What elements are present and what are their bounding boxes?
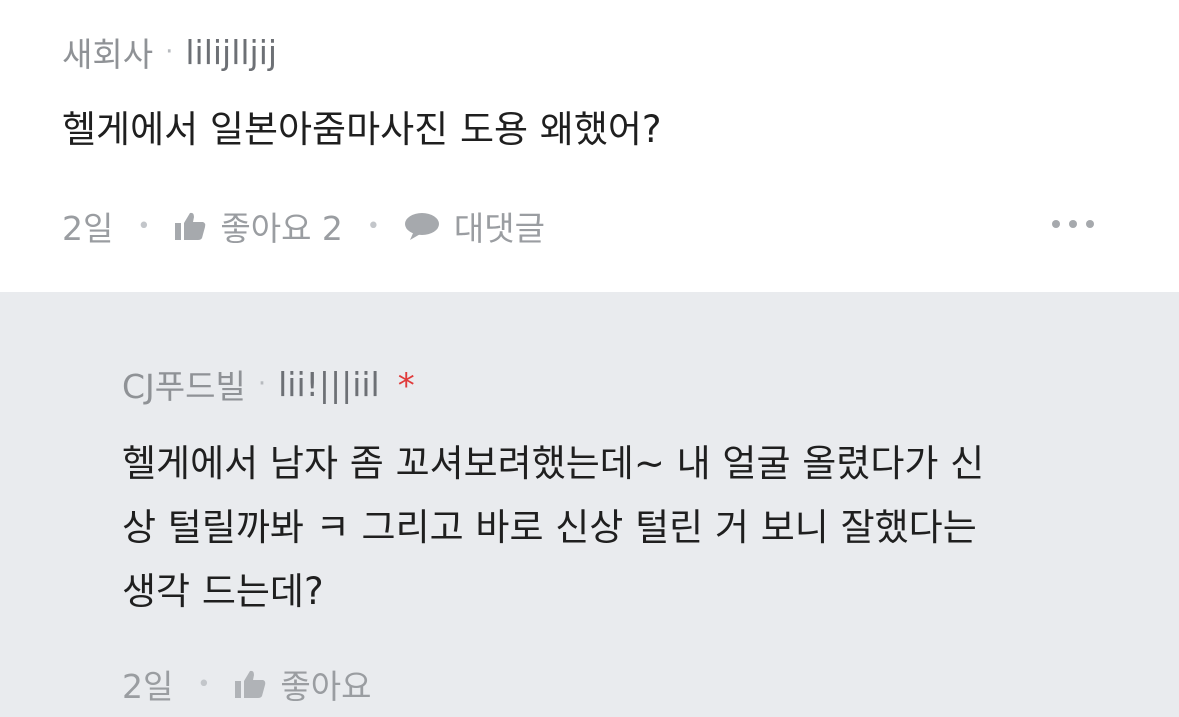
reply-author: CJ푸드빌 · lii!|||iil * xyxy=(122,360,415,408)
reply: CJ푸드빌 · lii!|||iil * 헬게에서 남자 좀 꼬셔보려했는데~ … xyxy=(0,292,1179,717)
reply-like-button[interactable]: 좋아요 xyxy=(234,660,371,708)
comment: 새회사 · lilijlljij 헬게에서 일본아줌마사진 도용 왜했어? 2일… xyxy=(0,0,1179,292)
comment-actions: 2일 • 좋아요 2 • 대댓글 xyxy=(62,202,545,250)
comment-handle: lilijlljij xyxy=(185,32,278,72)
author-badge: * xyxy=(397,366,415,406)
reply-text-line: 생각 드는데? xyxy=(122,570,324,613)
comment-author: 새회사 · lilijlljij xyxy=(62,28,277,76)
more-dots-icon xyxy=(1069,220,1077,228)
action-separator: • xyxy=(197,671,211,697)
more-options-button[interactable] xyxy=(1052,220,1094,228)
reply-company: CJ푸드빌 xyxy=(122,367,246,406)
speech-bubble-icon xyxy=(404,213,439,240)
reply-text-line: 헬게에서 남자 좀 꼬셔보려했는데~ 내 얼굴 올렸다가 신 xyxy=(122,442,985,485)
reply-text-line: 상 털릴까봐 ㅋ 그리고 바로 신상 털린 거 보니 잘했다는 xyxy=(122,506,977,549)
reply-label: 대댓글 xyxy=(453,209,545,248)
like-label: 좋아요 2 xyxy=(220,209,343,248)
comment-company: 새회사 xyxy=(62,35,154,74)
more-dots-icon xyxy=(1086,220,1094,228)
thumbs-up-icon xyxy=(175,212,206,240)
reply-text: 헬게에서 남자 좀 꼬셔보려했는데~ 내 얼굴 올렸다가 신 상 털릴까봐 ㅋ … xyxy=(122,432,1122,624)
like-button[interactable]: 좋아요 2 xyxy=(174,202,343,250)
meta-separator: · xyxy=(257,369,267,399)
action-separator: • xyxy=(137,213,151,239)
comment-text: 헬게에서 일본아줌마사진 도용 왜했어? xyxy=(62,108,662,151)
more-dots-icon xyxy=(1052,220,1060,228)
meta-separator: · xyxy=(165,37,174,67)
action-separator: • xyxy=(366,213,380,239)
reply-actions: 2일 • 좋아요 xyxy=(122,660,371,708)
reply-time: 2일 xyxy=(122,667,174,706)
thumbs-up-icon xyxy=(235,670,266,698)
comment-time: 2일 xyxy=(62,209,114,248)
reply-like-label: 좋아요 xyxy=(280,667,372,706)
reply-handle: lii!|||iil xyxy=(278,364,380,404)
reply-button[interactable]: 대댓글 xyxy=(404,202,545,250)
